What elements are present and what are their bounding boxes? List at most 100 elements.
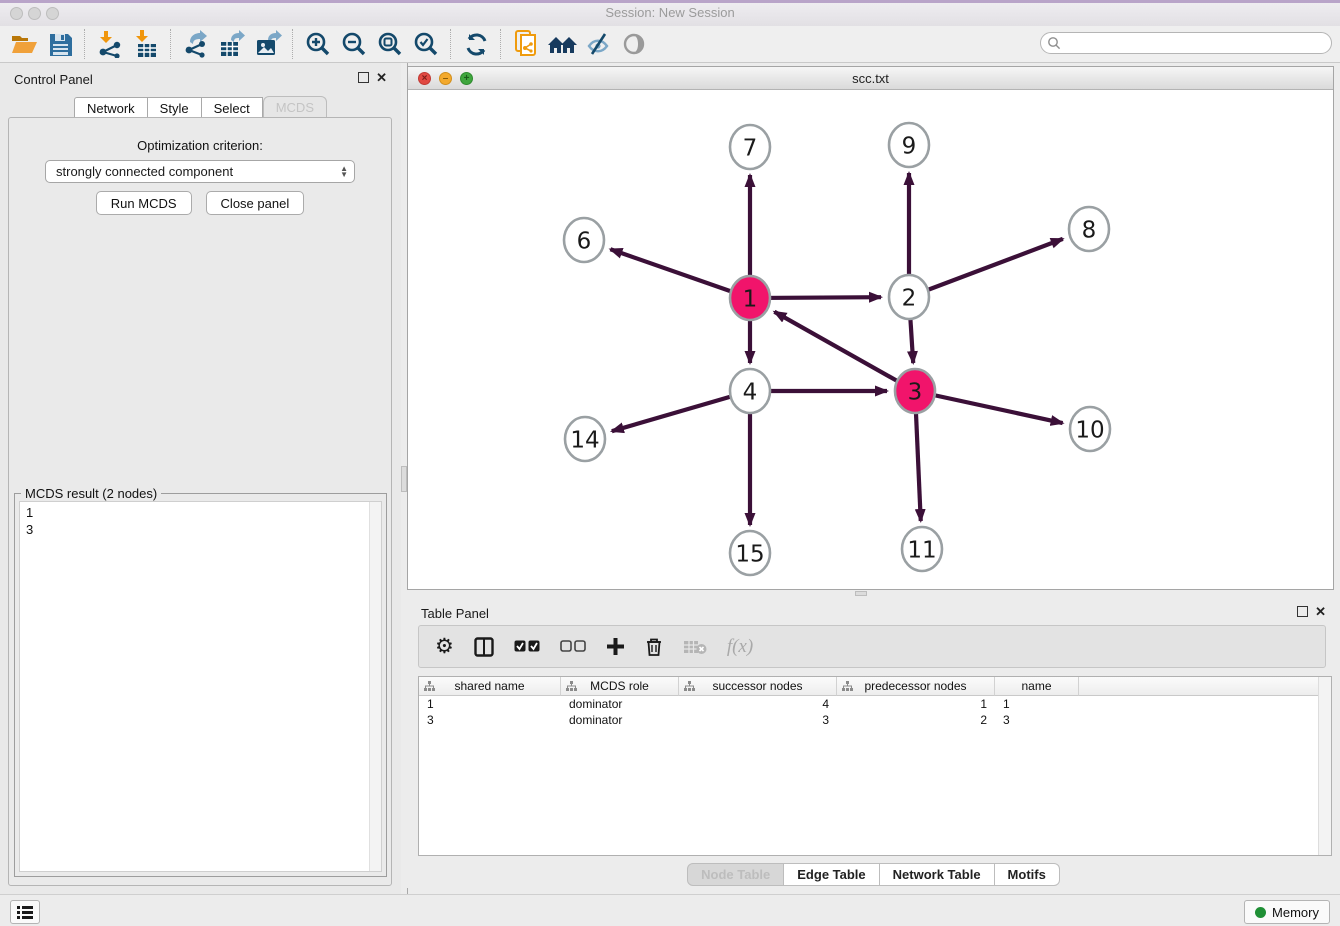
search-input[interactable] [1061, 33, 1331, 53]
graph-node-2[interactable]: 2 [889, 275, 929, 319]
zoom-out-button[interactable] [336, 28, 372, 60]
hide-selected-button[interactable] [580, 28, 616, 60]
table-cell[interactable]: dominator [561, 696, 679, 712]
control-panel-float-button[interactable] [358, 72, 369, 85]
delete-table-icon[interactable] [683, 639, 707, 655]
graph-node-9[interactable]: 9 [889, 123, 929, 167]
graph-node-11[interactable]: 11 [902, 527, 942, 571]
add-column-icon[interactable] [606, 637, 625, 656]
apply-layout-button[interactable] [458, 28, 494, 60]
graph-node-6[interactable]: 6 [564, 218, 604, 262]
network-canvas[interactable]: 7 9 6 8 1 2 4 3 14 10 15 11 [408, 90, 1333, 589]
table-cell[interactable]: 3 [995, 712, 1079, 728]
close-panel-button[interactable]: Close panel [206, 191, 305, 215]
tab-edge-table[interactable]: Edge Table [784, 863, 879, 886]
table-body: 1dominator4113dominator323 [419, 696, 1331, 728]
window-titlebar: Session: New Session [0, 0, 1340, 27]
network-view-titlebar[interactable]: × – + scc.txt [408, 67, 1333, 90]
table-cell[interactable] [1079, 712, 1321, 728]
zoom-selected-icon [413, 31, 439, 57]
table-panel-title: Table Panel [421, 606, 489, 621]
graph-edge-3-10[interactable] [915, 391, 1063, 423]
mcds-result-text: 1 3 [26, 504, 365, 869]
memory-label: Memory [1272, 905, 1319, 920]
graph-node-14[interactable]: 14 [565, 417, 605, 461]
window-title: Session: New Session [0, 5, 1340, 20]
graph-node-1[interactable]: 1 [730, 276, 770, 320]
table-cell[interactable]: 4 [679, 696, 837, 712]
table-panel-float-button[interactable] [1297, 606, 1308, 619]
tab-motifs[interactable]: Motifs [995, 863, 1060, 886]
clone-network-icon [514, 30, 539, 58]
status-bar: Memory [0, 894, 1340, 926]
splitter-grip-icon[interactable] [855, 591, 867, 596]
unselect-all-columns-icon[interactable] [560, 640, 586, 653]
graph-node-8[interactable]: 8 [1069, 207, 1109, 251]
zoom-fit-button[interactable] [372, 28, 408, 60]
function-builder-icon[interactable]: f(x) [727, 636, 753, 658]
tab-network-table[interactable]: Network Table [880, 863, 995, 886]
export-table-button[interactable] [214, 28, 250, 60]
zoom-fit-icon [377, 31, 403, 57]
column-header-predecessor-nodes[interactable]: predecessor nodes [837, 677, 995, 696]
table-scrollbar[interactable] [1318, 677, 1331, 855]
zoom-in-button[interactable] [300, 28, 336, 60]
import-network-button[interactable] [92, 28, 128, 60]
table-row[interactable]: 1dominator411 [419, 696, 1331, 712]
table-toolbar: ⚙ f(x) [418, 625, 1326, 668]
zoom-selected-button[interactable] [408, 28, 444, 60]
delete-column-icon[interactable] [645, 637, 663, 657]
graph-edge-1-6[interactable] [610, 249, 750, 298]
zoom-out-icon [341, 31, 367, 57]
table-cell[interactable]: dominator [561, 712, 679, 728]
column-header-mcds-role[interactable]: MCDS role [561, 677, 679, 696]
show-column-panel-icon[interactable] [474, 637, 494, 657]
graph-node-10[interactable]: 10 [1070, 407, 1110, 451]
column-header-label: predecessor nodes [864, 679, 966, 693]
save-session-button[interactable] [42, 28, 78, 60]
table-panel-close-button[interactable]: ✕ [1315, 606, 1326, 618]
tab-node-table[interactable]: Node Table [687, 863, 784, 886]
column-header-label: successor nodes [712, 679, 802, 693]
graph-edge-2-8[interactable] [909, 239, 1063, 297]
graph-node-4[interactable]: 4 [730, 369, 770, 413]
table-cell[interactable]: 3 [419, 712, 561, 728]
control-panel-close-button[interactable]: ✕ [376, 72, 387, 84]
optimization-criterion-select[interactable]: strongly connected component ▲▼ [45, 160, 355, 183]
graph-node-label: 6 [577, 228, 592, 254]
select-all-columns-icon[interactable] [514, 640, 540, 653]
column-header-filler[interactable] [1079, 677, 1321, 696]
result-scrollbar[interactable] [369, 502, 381, 871]
table-cell[interactable]: 3 [679, 712, 837, 728]
home-button[interactable] [544, 28, 580, 60]
mcds-result-area[interactable]: 1 3 [19, 501, 382, 872]
graph-edge-4-14[interactable] [612, 391, 750, 431]
table-cell[interactable]: 1 [837, 696, 995, 712]
column-type-icon [566, 681, 577, 695]
export-image-button[interactable] [250, 28, 286, 60]
graph-node-3[interactable]: 3 [895, 369, 935, 413]
toolbar-separator [500, 29, 502, 59]
import-table-button[interactable] [128, 28, 164, 60]
table-cell[interactable]: 1 [419, 696, 561, 712]
open-file-button[interactable] [6, 28, 42, 60]
table-cell[interactable] [1079, 696, 1321, 712]
task-history-button[interactable] [10, 900, 40, 924]
table-row[interactable]: 3dominator323 [419, 712, 1331, 728]
column-header-shared-name[interactable]: shared name [419, 677, 561, 696]
run-mcds-button[interactable]: Run MCDS [96, 191, 192, 215]
memory-button[interactable]: Memory [1244, 900, 1330, 924]
horizontal-splitter[interactable] [407, 590, 1340, 597]
graph-node-7[interactable]: 7 [730, 125, 770, 169]
table-cell[interactable]: 1 [995, 696, 1079, 712]
toolbar-separator [170, 29, 172, 59]
column-header-successor-nodes[interactable]: successor nodes [679, 677, 837, 696]
table-cell[interactable]: 2 [837, 712, 995, 728]
graph-edge-3-1[interactable] [774, 312, 915, 391]
export-network-button[interactable] [178, 28, 214, 60]
graph-node-15[interactable]: 15 [730, 531, 770, 575]
column-header-name[interactable]: name [995, 677, 1079, 696]
show-all-button[interactable] [616, 28, 652, 60]
clone-network-button[interactable] [508, 28, 544, 60]
settings-gear-icon[interactable]: ⚙ [435, 636, 454, 657]
